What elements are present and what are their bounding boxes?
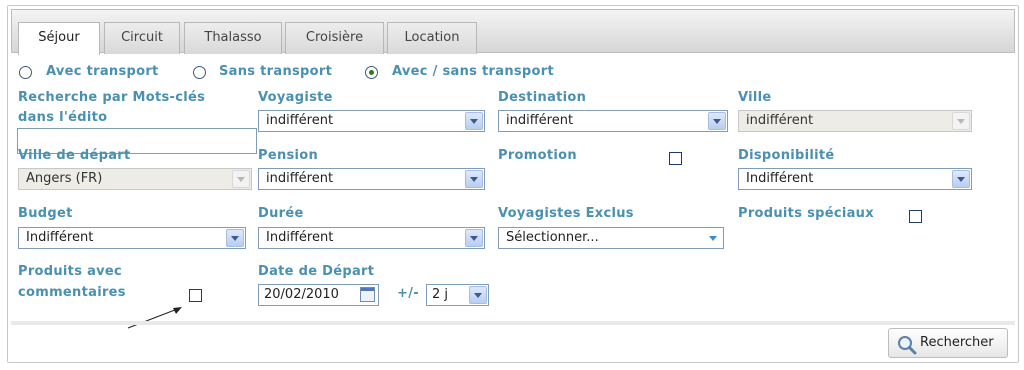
ville-value: indifférent (746, 113, 814, 128)
search-button[interactable]: Rechercher (888, 328, 1008, 358)
destination-label: Destination (498, 90, 587, 105)
speciaux-checkbox[interactable] (909, 210, 922, 223)
radio-avec-transport-label: Avec transport (46, 64, 159, 79)
budget-select[interactable]: Indifférent (18, 227, 246, 249)
date-label: Date de Départ (258, 264, 375, 279)
radio-avec-sans-transport-label: Avec / sans transport (392, 64, 554, 79)
disponibilite-label: Disponibilité (738, 148, 835, 163)
exclus-label: Voyagistes Exclus (498, 206, 634, 221)
radio-sans-transport[interactable] (193, 66, 206, 79)
calendar-icon[interactable] (360, 287, 375, 302)
commentaires-checkbox[interactable] (189, 289, 202, 302)
ville-depart-value: Angers (FR) (26, 171, 103, 186)
date-input[interactable]: 20/02/2010 (258, 284, 379, 306)
disponibilite-select[interactable]: Indifférent (738, 168, 972, 190)
ville-depart-select: Angers (FR) (18, 168, 252, 190)
caret-down-icon (709, 236, 717, 241)
chevron-down-icon (232, 170, 250, 188)
disponibilite-value: Indifférent (746, 171, 814, 186)
search-button-label: Rechercher (920, 335, 994, 350)
budget-label: Budget (18, 206, 73, 221)
ville-select: indifférent (738, 110, 972, 132)
chevron-down-icon (952, 170, 970, 188)
keywords-label-line2: dans l'édito (18, 110, 108, 125)
promotion-label: Promotion (498, 148, 577, 163)
keywords-label: Recherche par Mots-clés (18, 90, 206, 105)
pension-label: Pension (258, 148, 319, 163)
radio-avec-sans-transport[interactable] (365, 66, 378, 79)
promotion-checkbox[interactable] (669, 152, 682, 165)
tab-croisiere[interactable]: Croisière (285, 22, 384, 54)
commentaires-label: Produits avec (18, 264, 123, 279)
chevron-down-icon (469, 286, 487, 304)
radio-sans-transport-label: Sans transport (219, 64, 333, 79)
chevron-down-icon (708, 112, 726, 130)
duree-label: Durée (258, 206, 304, 221)
speciaux-label: Produits spéciaux (738, 206, 874, 221)
chevron-down-icon (952, 112, 970, 130)
tab-location[interactable]: Location (387, 22, 477, 54)
radio-avec-transport[interactable] (19, 66, 32, 79)
exclus-value: Sélectionner... (506, 230, 599, 245)
duree-select[interactable]: Indifférent (258, 227, 485, 249)
tab-circuit[interactable]: Circuit (104, 22, 180, 54)
magnifier-icon (898, 336, 917, 355)
ville-depart-label: Ville de départ (18, 148, 131, 163)
destination-select[interactable]: indifférent (498, 110, 728, 132)
destination-value: indifférent (506, 113, 574, 128)
plus-minus-value: 2 j (432, 287, 449, 302)
tab-thalasso[interactable]: Thalasso (184, 22, 282, 54)
voyagiste-select[interactable]: indifférent (258, 110, 485, 132)
ville-label: Ville (738, 90, 772, 105)
date-value: 20/02/2010 (264, 287, 339, 302)
chevron-down-icon (226, 229, 244, 247)
search-panel: Séjour Circuit Thalasso Croisière Locati… (7, 5, 1019, 363)
annotation-arrow-icon (127, 307, 182, 329)
tab-bar: Séjour Circuit Thalasso Croisière Locati… (11, 9, 1015, 55)
plus-minus-select[interactable]: 2 j (426, 284, 489, 306)
voyagiste-label: Voyagiste (258, 90, 333, 105)
pension-value: indifférent (266, 171, 334, 186)
duree-value: Indifférent (266, 230, 334, 245)
plus-minus-label: +/- (397, 286, 419, 301)
chevron-down-icon (465, 112, 483, 130)
divider (11, 321, 1015, 325)
pension-select[interactable]: indifférent (258, 168, 485, 190)
budget-value: Indifférent (26, 230, 94, 245)
tab-sejour[interactable]: Séjour (18, 22, 100, 55)
exclus-select[interactable]: Sélectionner... (498, 227, 724, 249)
chevron-down-icon (465, 229, 483, 247)
commentaires-label-line2: commentaires (18, 285, 126, 300)
chevron-down-icon (465, 170, 483, 188)
voyagiste-value: indifférent (266, 113, 334, 128)
